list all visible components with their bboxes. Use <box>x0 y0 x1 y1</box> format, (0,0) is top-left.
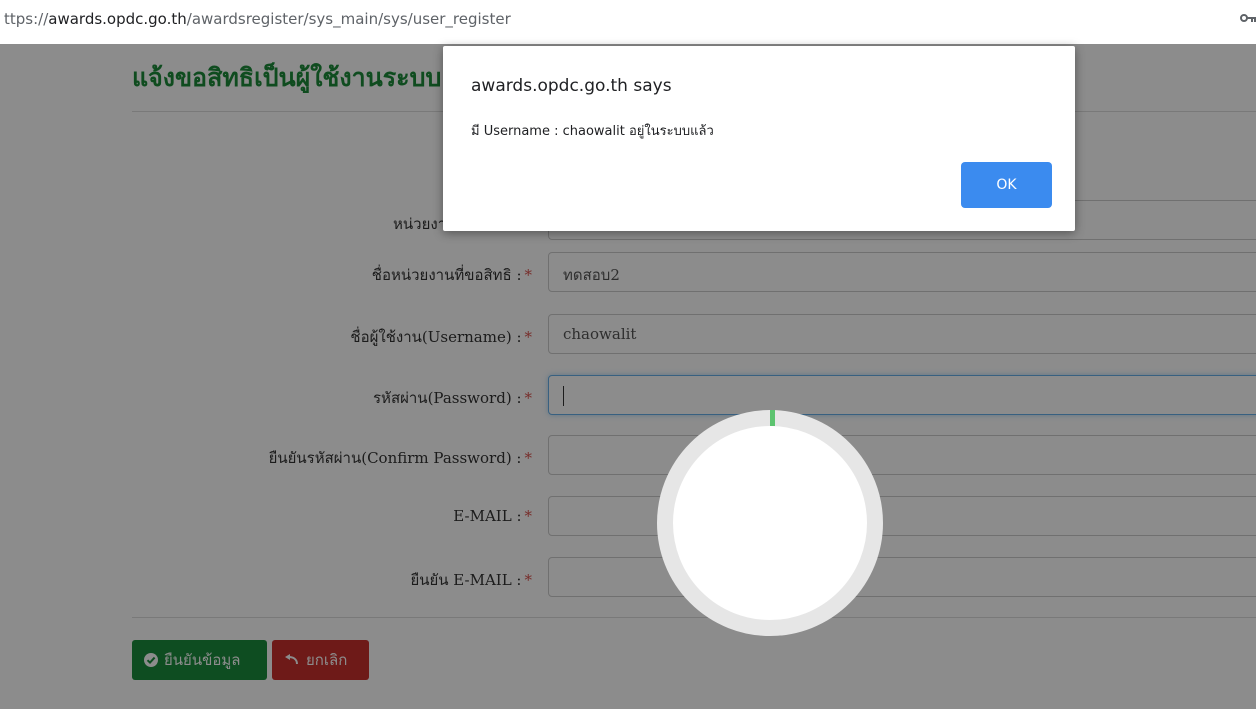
url-prefix: ttps:// <box>4 10 49 28</box>
dialog-message: มี Username : chaowalit อยู่ในระบบแล้ว <box>471 124 714 139</box>
address-bar[interactable]: ttps://awards.opdc.go.th/awardsregister/… <box>0 0 1256 44</box>
url-host: awards.opdc.go.th <box>48 10 187 28</box>
dialog-title: awards.opdc.go.th says <box>471 76 672 96</box>
url-path: /awardsregister/sys_main/sys/user_regist… <box>186 10 511 28</box>
key-icon[interactable] <box>1240 12 1256 24</box>
spinner-progress-indicator <box>770 410 775 426</box>
dialog-ok-button[interactable]: OK <box>961 162 1052 208</box>
url-text[interactable]: ttps://awards.opdc.go.th/awardsregister/… <box>4 10 511 28</box>
alert-dialog: awards.opdc.go.th says มี Username : cha… <box>443 46 1075 231</box>
loading-spinner <box>657 410 883 636</box>
